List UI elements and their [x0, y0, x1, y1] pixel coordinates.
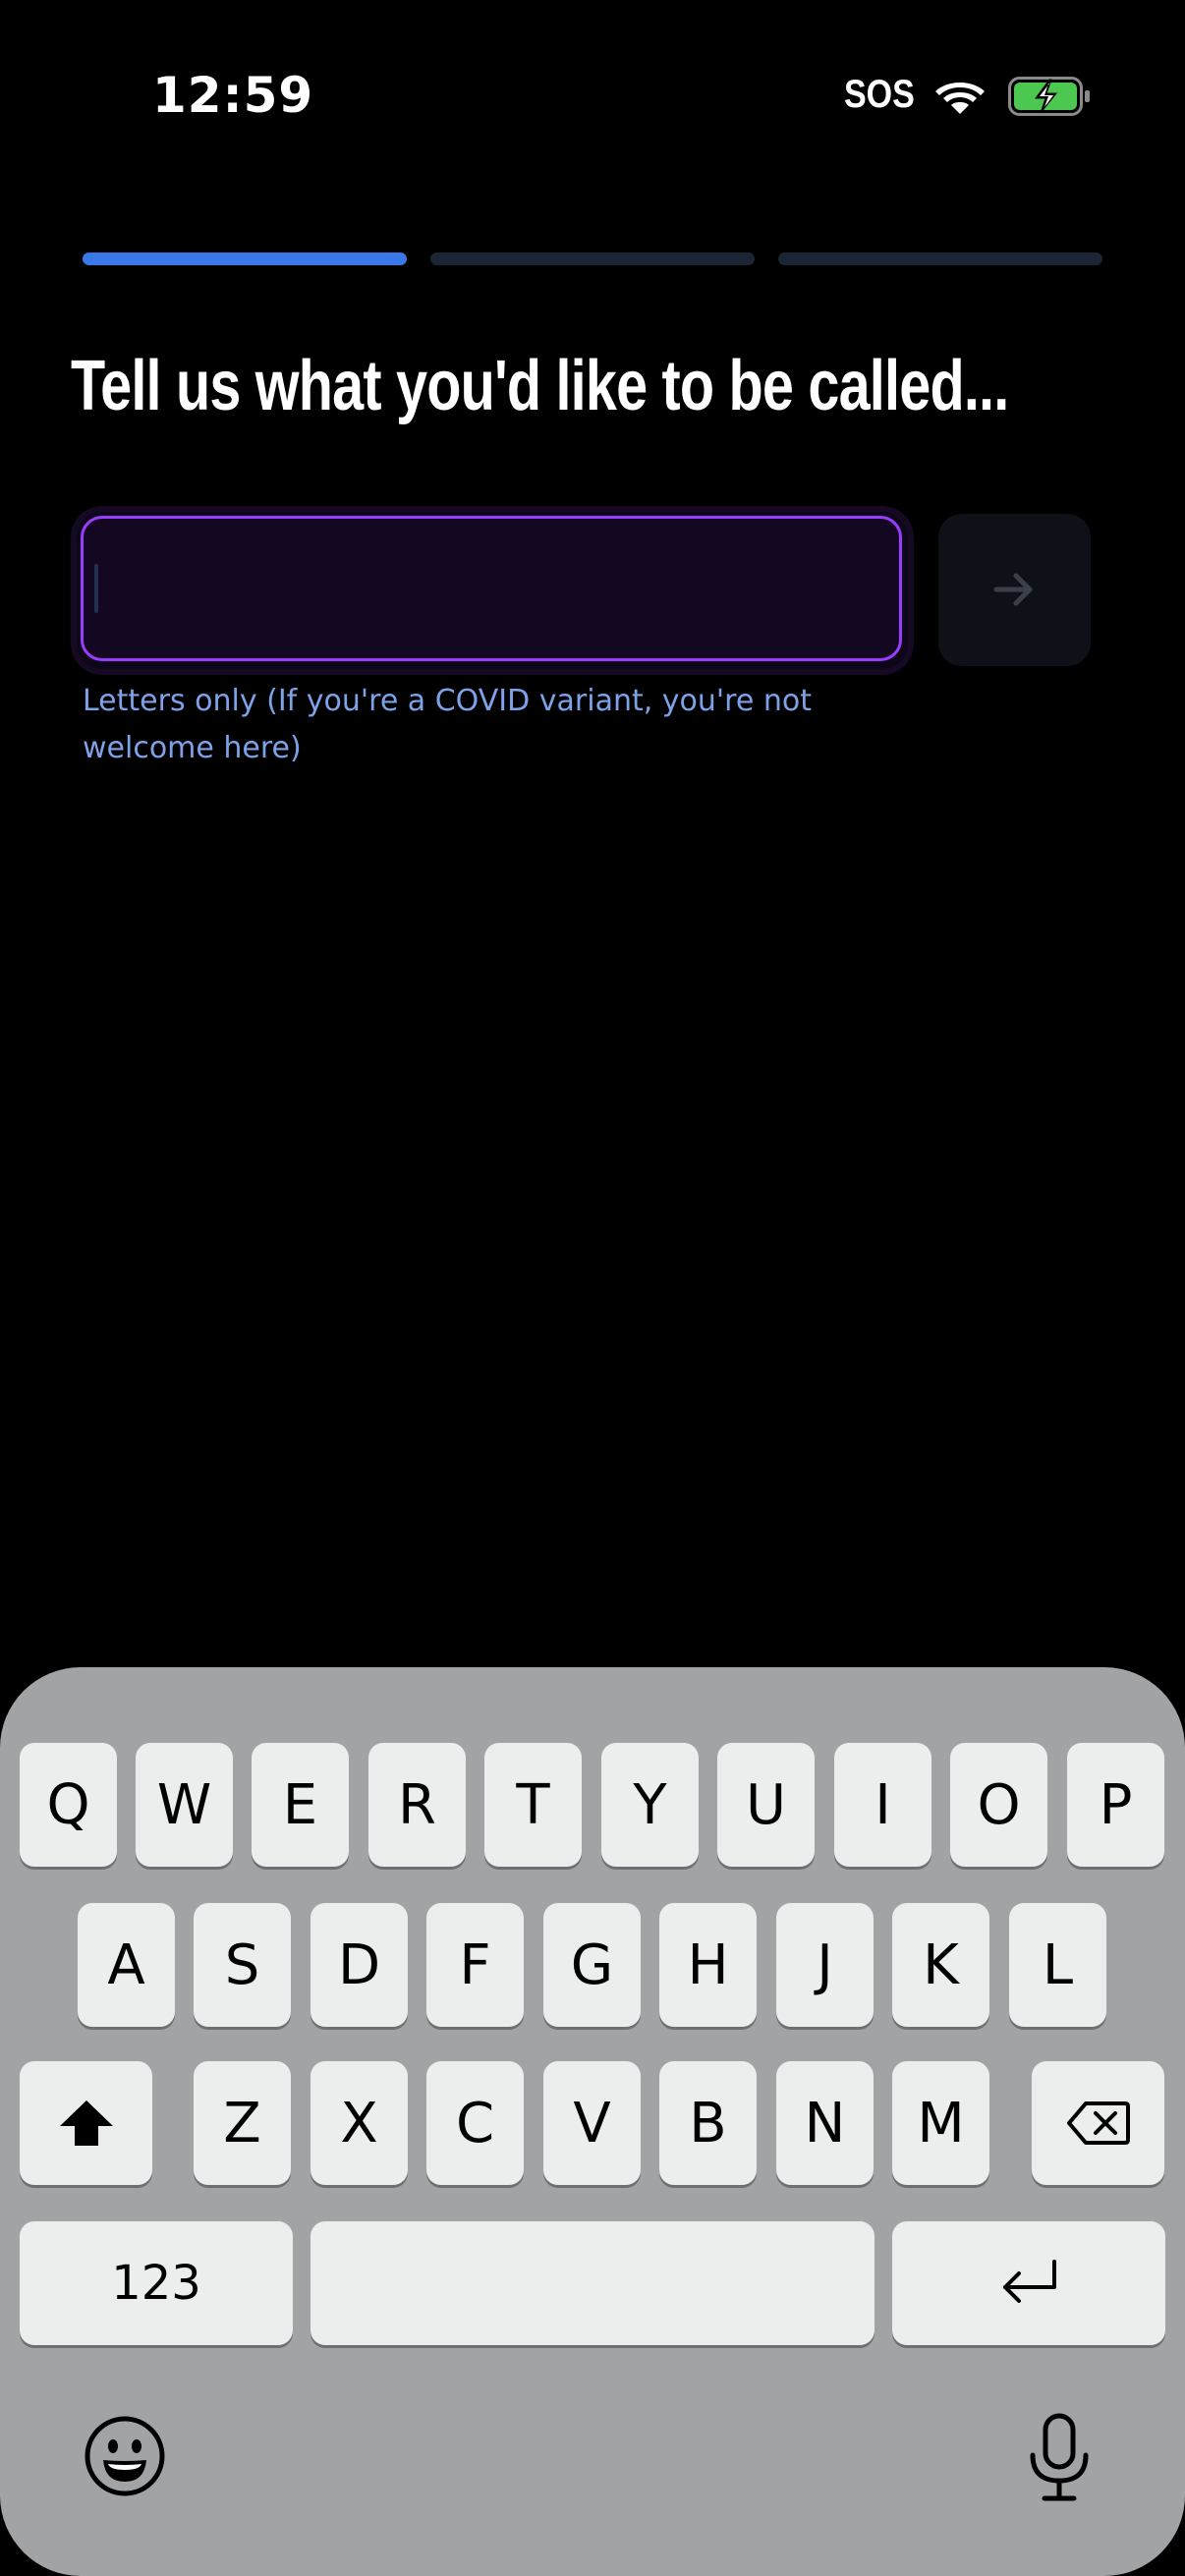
- status-sos: SOS: [844, 73, 915, 116]
- return-icon: [1003, 2260, 1056, 2303]
- microphone-icon: [1030, 2413, 1089, 2501]
- key-t[interactable]: T: [484, 1743, 582, 1867]
- key-d[interactable]: D: [310, 1903, 408, 2027]
- shift-icon: [59, 2100, 113, 2146]
- key-l[interactable]: L: [1009, 1903, 1106, 2027]
- emoji-button[interactable]: [84, 2415, 166, 2497]
- key-q[interactable]: Q: [20, 1743, 117, 1867]
- key-c[interactable]: C: [426, 2061, 524, 2185]
- space-key[interactable]: [310, 2221, 875, 2345]
- progress-step-3: [778, 252, 1102, 265]
- name-input[interactable]: [81, 516, 902, 661]
- key-o[interactable]: O: [950, 1743, 1047, 1867]
- text-caret: [94, 564, 98, 613]
- delete-key[interactable]: [1032, 2061, 1164, 2185]
- arrow-right-icon: [993, 573, 1033, 606]
- key-k[interactable]: K: [892, 1903, 989, 2027]
- progress-indicator: [83, 252, 1102, 265]
- key-b[interactable]: B: [659, 2061, 757, 2185]
- key-u[interactable]: U: [717, 1743, 815, 1867]
- submit-button[interactable]: [938, 514, 1091, 666]
- return-key[interactable]: [892, 2221, 1165, 2345]
- numbers-key[interactable]: 123: [20, 2221, 293, 2345]
- key-w[interactable]: W: [136, 1743, 233, 1867]
- battery-charging-icon: [1008, 77, 1090, 116]
- key-a[interactable]: A: [78, 1903, 175, 2027]
- emoji-icon: [85, 2416, 165, 2496]
- key-x[interactable]: X: [310, 2061, 408, 2185]
- key-n[interactable]: N: [776, 2061, 874, 2185]
- key-s[interactable]: S: [194, 1903, 291, 2027]
- key-y[interactable]: Y: [601, 1743, 699, 1867]
- key-e[interactable]: E: [252, 1743, 349, 1867]
- progress-step-1: [83, 252, 407, 265]
- key-v[interactable]: V: [543, 2061, 641, 2185]
- progress-step-2: [430, 252, 755, 265]
- status-time: 12:59: [152, 67, 314, 124]
- key-z[interactable]: Z: [194, 2061, 291, 2185]
- key-h[interactable]: H: [659, 1903, 757, 2027]
- page-title: Tell us what you'd like to be called...: [71, 347, 1009, 425]
- key-m[interactable]: M: [892, 2061, 989, 2185]
- dictation-button[interactable]: [1027, 2412, 1092, 2502]
- key-i[interactable]: I: [834, 1743, 931, 1867]
- key-g[interactable]: G: [543, 1903, 641, 2027]
- key-r[interactable]: R: [368, 1743, 466, 1867]
- name-field-container: [77, 512, 908, 669]
- wifi-icon: [935, 83, 985, 114]
- key-f[interactable]: F: [426, 1903, 524, 2027]
- key-j[interactable]: J: [776, 1903, 874, 2027]
- keyboard: Q W E R T Y U I O P A S D F G H J K L Z …: [0, 1667, 1185, 2576]
- shift-key[interactable]: [20, 2061, 152, 2185]
- helper-text: Letters only (If you're a COVID variant,…: [83, 684, 812, 765]
- key-p[interactable]: P: [1067, 1743, 1164, 1867]
- status-bar: 12:59 SOS: [0, 0, 1185, 196]
- delete-icon: [1066, 2101, 1130, 2145]
